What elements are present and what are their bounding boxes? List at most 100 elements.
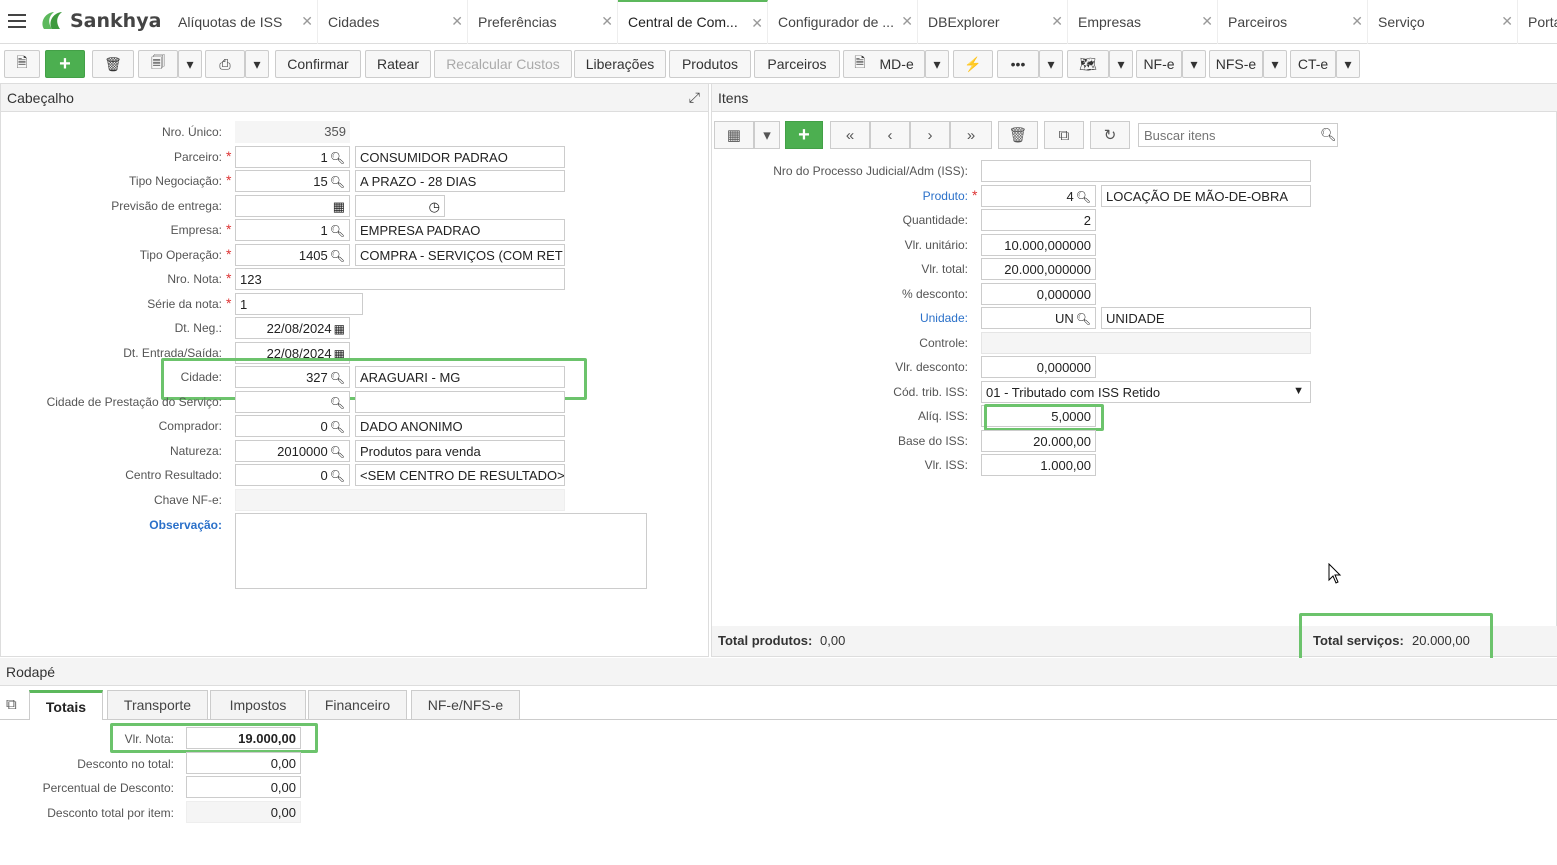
parceiros-button[interactable]: Parceiros [754,50,840,78]
search-icon[interactable]: 🔍︎ [1320,127,1337,143]
search-icon[interactable]: 🔍︎ [330,151,345,165]
search-icon[interactable]: 🔍︎ [1076,190,1091,204]
nro-nota-input[interactable]: 123 [235,268,565,290]
copy-icon[interactable]: ⧉ [6,696,17,713]
vlr-desconto-input[interactable]: 0,000000 [981,356,1096,378]
unidade-name-field[interactable]: UNIDADE [1101,307,1311,329]
empresa-code-input[interactable]: 1 🔍︎ [235,219,350,241]
close-icon[interactable]: ✕ [1051,13,1063,30]
tab-parceiros[interactable]: Parceiros ✕ [1218,0,1368,44]
tab-totais[interactable]: Totais [29,690,103,720]
parceiro-name-field[interactable]: CONSUMIDOR PADRAO [355,146,565,168]
close-icon[interactable]: ✕ [601,13,613,30]
desconto-pct-input[interactable]: 0,000000 [981,283,1096,305]
processo-judicial-input[interactable] [981,160,1311,182]
tab-central-compras[interactable]: Central de Com... ✕ [618,0,768,44]
tipo-negociacao-name-field[interactable]: A PRAZO - 28 DIAS [355,170,565,192]
more-button[interactable]: ••• [997,50,1039,78]
print-button[interactable]: ⎙ [205,50,245,78]
observacao-label[interactable]: Observação: [149,518,222,532]
new-document-button[interactable]: 🗎 [4,50,40,78]
search-items-input[interactable] [1138,123,1338,147]
close-icon[interactable]: ✕ [1351,13,1363,30]
close-icon[interactable]: ✕ [1501,13,1513,30]
tab-servico[interactable]: Serviço ✕ [1368,0,1518,44]
tab-transporte[interactable]: Transporte [107,690,208,720]
nfe-button[interactable]: NF-e [1136,50,1182,78]
natureza-name-field[interactable]: Produtos para venda [355,440,565,462]
tab-configurador[interactable]: Configurador de ... ✕ [768,0,918,44]
map-dropdown[interactable]: ▾ [1109,50,1133,78]
mde-button[interactable]: 🗎 MD-e [843,50,925,78]
previsao-entrega-time-input[interactable]: ◷ [355,195,445,217]
close-icon[interactable]: ✕ [901,13,913,30]
percentual-desconto-input[interactable]: 0,00 [186,776,301,798]
report-dropdown[interactable]: ▾ [178,50,202,78]
search-icon[interactable]: 🔍︎ [330,420,345,434]
nfse-dropdown[interactable]: ▾ [1263,50,1287,78]
close-icon[interactable]: ✕ [1201,13,1213,30]
vlr-total-input[interactable]: 20.000,000000 [981,258,1096,280]
grid-view-dropdown[interactable]: ▾ [754,121,780,149]
ratear-button[interactable]: Ratear [365,50,431,78]
refresh-button[interactable]: ↻ [1090,121,1130,149]
cte-dropdown[interactable]: ▾ [1336,50,1360,78]
search-icon[interactable]: 🔍︎ [330,249,345,263]
tab-cidades[interactable]: Cidades ✕ [318,0,468,44]
add-item-button[interactable]: + [785,121,823,149]
calendar-icon[interactable]: ▦ [333,199,345,214]
more-dropdown[interactable]: ▾ [1039,50,1063,78]
natureza-code-input[interactable]: 2010000 🔍︎ [235,440,350,462]
search-icon[interactable]: 🔍︎ [330,396,345,410]
tipo-operacao-name-field[interactable]: COMPRA - SERVIÇOS (COM RET [355,244,565,266]
next-record-button[interactable]: › [910,121,950,149]
vlr-iss-input[interactable]: 1.000,00 [981,454,1096,476]
mde-dropdown[interactable]: ▾ [925,50,949,78]
tab-impostos[interactable]: Impostos [210,690,306,720]
empresa-name-field[interactable]: EMPRESA PADRAO [355,219,565,241]
first-record-button[interactable]: « [830,121,870,149]
nfe-dropdown[interactable]: ▾ [1182,50,1206,78]
menu-icon[interactable] [8,14,26,28]
cod-trib-iss-select[interactable]: 01 - Tributado com ISS Retido ▼ [981,381,1311,403]
close-icon[interactable]: ✕ [451,13,463,30]
comprador-code-input[interactable]: 0 🔍︎ [235,415,350,437]
tipo-negociacao-code-input[interactable]: 15 🔍︎ [235,170,350,192]
produtos-button[interactable]: Produtos [669,50,751,78]
expand-icon[interactable]: ⤢ [689,89,700,106]
desconto-total-input[interactable]: 0,00 [186,752,301,774]
cidade-prestacao-code-input[interactable]: 🔍︎ [235,391,350,413]
search-icon[interactable]: 🔍︎ [330,175,345,189]
produto-code-input[interactable]: 4 🔍︎ [981,185,1096,207]
cidade-prestacao-name-field[interactable] [355,391,565,413]
tab-dbexplorer[interactable]: DBExplorer ✕ [918,0,1068,44]
previous-record-button[interactable]: ‹ [870,121,910,149]
observacao-textarea[interactable] [235,513,647,589]
map-button[interactable]: 🗺 [1067,50,1109,78]
centro-resultado-name-field[interactable]: <SEM CENTRO DE RESULTADO> [355,464,565,486]
nfse-button[interactable]: NFS-e [1209,50,1263,78]
report-button[interactable]: 🗐 [138,50,178,78]
centro-resultado-code-input[interactable]: 0 🔍︎ [235,464,350,486]
print-dropdown[interactable]: ▾ [245,50,269,78]
grid-view-button[interactable]: ▦ [714,121,754,149]
search-icon[interactable]: 🔍︎ [330,224,345,238]
tab-empresas[interactable]: Empresas ✕ [1068,0,1218,44]
dt-neg-input[interactable]: 22/08/2024 ▦ [235,317,350,339]
vlr-unitario-input[interactable]: 10.000,000000 [981,234,1096,256]
search-icon[interactable]: 🔍︎ [330,469,345,483]
last-record-button[interactable]: » [950,121,992,149]
calendar-icon[interactable]: ▦ [334,322,345,336]
search-icon[interactable]: 🔍︎ [330,445,345,459]
liberacoes-button[interactable]: Liberações [574,50,666,78]
tab-nfe-nfse[interactable]: NF-e/NFS-e [411,690,520,720]
unidade-label[interactable]: Unidade: [920,311,968,325]
confirmar-button[interactable]: Confirmar [275,50,361,78]
delete-item-button[interactable]: 🗑 [998,121,1038,149]
delete-button[interactable]: 🗑 [92,50,134,78]
add-button[interactable]: + [45,50,85,78]
recalcular-custos-button[interactable]: Recalcular Custos [434,50,572,78]
action-button[interactable]: ⚡ [953,50,993,78]
unidade-code-input[interactable]: UN 🔍︎ [981,307,1096,329]
previsao-entrega-date-input[interactable]: ▦ [235,195,350,217]
